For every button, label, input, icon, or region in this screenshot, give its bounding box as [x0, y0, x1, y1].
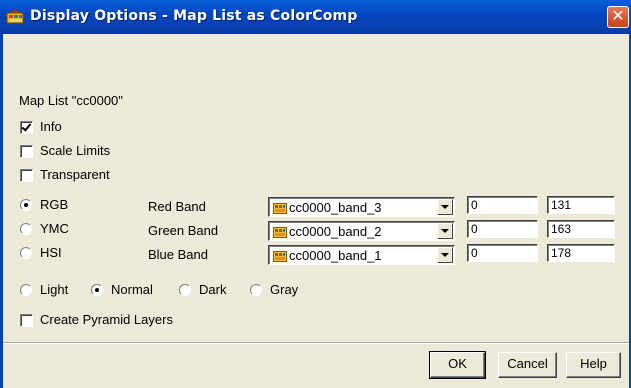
- map-list-label: Map List "cc0000": [19, 93, 123, 108]
- gray-radio[interactable]: [250, 284, 262, 296]
- light-radio[interactable]: [20, 284, 32, 296]
- hsi-radio[interactable]: [20, 247, 32, 259]
- ymc-radio[interactable]: [20, 223, 32, 235]
- green-band-value: cc0000_band_2: [289, 224, 382, 239]
- rgb-label: RGB: [40, 197, 69, 212]
- window-title: Display Options - Map List as ColorComp: [30, 8, 358, 24]
- light-label: Light: [40, 282, 69, 297]
- blue-max-field[interactable]: 178: [547, 244, 615, 262]
- dark-label: Dark: [199, 282, 227, 297]
- blue-band-select[interactable]: cc0000_band_1: [268, 245, 455, 265]
- scale-limits-label: Scale Limits: [40, 143, 111, 158]
- chevron-down-icon[interactable]: [437, 247, 453, 263]
- rgb-radio[interactable]: [20, 199, 32, 211]
- transparent-label: Transparent: [40, 167, 110, 182]
- cancel-button[interactable]: Cancel: [498, 352, 557, 378]
- close-icon: ✕: [611, 8, 625, 25]
- chevron-down-icon[interactable]: [437, 199, 453, 215]
- dark-radio[interactable]: [179, 284, 191, 296]
- close-button[interactable]: ✕: [607, 6, 629, 28]
- raster-band-icon: [273, 227, 287, 238]
- red-band-label: Red Band: [148, 199, 206, 214]
- button-separator: [3, 342, 629, 344]
- create-pyramid-layers-checkbox[interactable]: [20, 314, 33, 327]
- red-band-value: cc0000_band_3: [289, 200, 382, 215]
- transparent-checkbox[interactable]: [20, 169, 33, 182]
- gray-label: Gray: [270, 282, 299, 297]
- ok-button[interactable]: OK: [429, 351, 486, 379]
- window-frame-left: [0, 34, 3, 388]
- blue-band-value: cc0000_band_1: [289, 248, 382, 263]
- hsi-label: HSI: [40, 245, 62, 260]
- ymc-label: YMC: [40, 221, 69, 236]
- create-pyramid-layers-label: Create Pyramid Layers: [40, 312, 173, 327]
- info-label: Info: [40, 119, 62, 134]
- title-bar[interactable]: Display Options - Map List as ColorComp: [0, 0, 631, 34]
- normal-label: Normal: [111, 282, 153, 297]
- green-min-field[interactable]: 0: [467, 220, 538, 238]
- chevron-down-icon[interactable]: [437, 223, 453, 239]
- normal-radio[interactable]: [91, 284, 103, 296]
- red-band-select[interactable]: cc0000_band_3: [268, 197, 455, 217]
- red-max-field[interactable]: 131: [547, 196, 615, 214]
- raster-band-icon: [273, 203, 287, 214]
- raster-band-icon: [273, 251, 287, 262]
- red-min-field[interactable]: 0: [467, 196, 538, 214]
- blue-band-label: Blue Band: [148, 247, 208, 262]
- green-max-field[interactable]: 163: [547, 220, 615, 238]
- help-button[interactable]: Help: [566, 352, 621, 378]
- info-checkbox[interactable]: [20, 121, 33, 134]
- green-band-select[interactable]: cc0000_band_2: [268, 221, 455, 241]
- scale-limits-checkbox[interactable]: [20, 145, 33, 158]
- raster-map-icon: [6, 9, 24, 24]
- blue-min-field[interactable]: 0: [467, 244, 538, 262]
- green-band-label: Green Band: [148, 223, 219, 238]
